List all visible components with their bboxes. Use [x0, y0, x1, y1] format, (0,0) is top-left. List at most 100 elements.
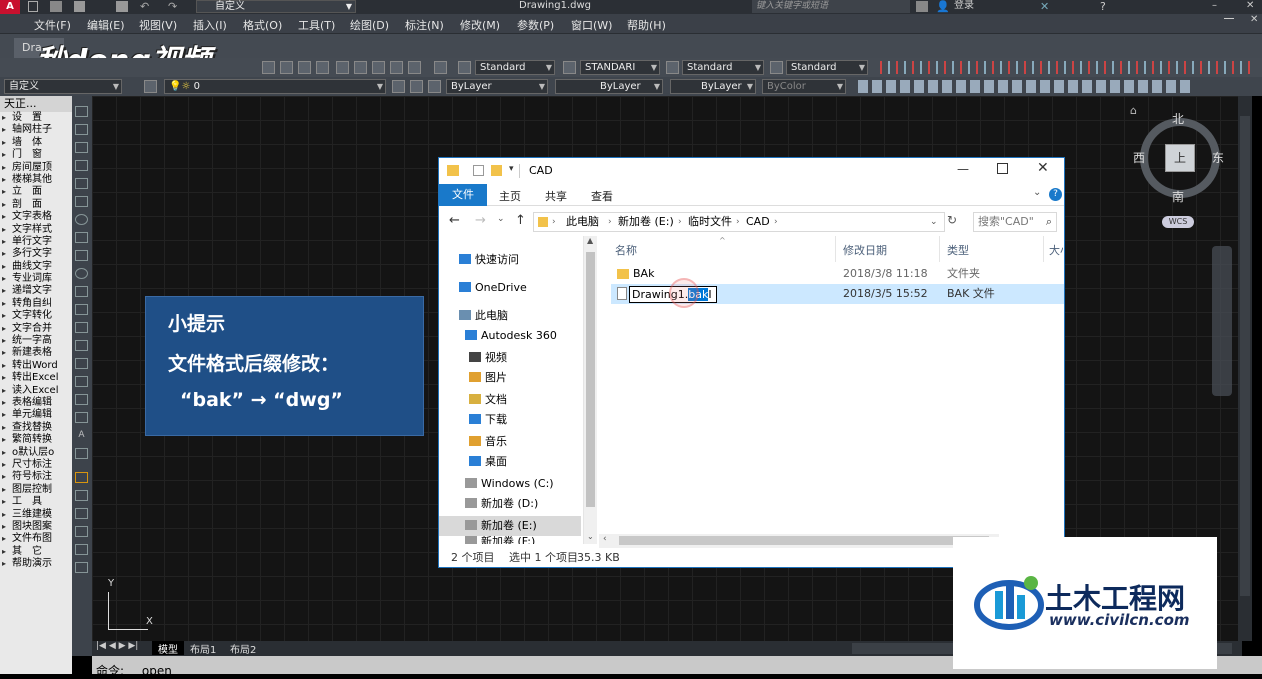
menu-draw[interactable]: 绘图(D)	[350, 17, 389, 33]
polygon-icon[interactable]	[75, 160, 88, 171]
panel-item[interactable]: 转角自纠	[0, 298, 72, 310]
panel-item[interactable]: 帮助演示	[0, 558, 72, 570]
panel-item[interactable]: 文件布图	[0, 533, 72, 545]
nav-item[interactable]: 此电脑	[459, 306, 508, 326]
ribbon-tab-home[interactable]: 主页	[499, 188, 521, 204]
panel-item[interactable]: 其 它	[0, 546, 72, 558]
text-style-icon[interactable]	[458, 61, 471, 74]
print-icon[interactable]	[116, 1, 128, 12]
address-bar[interactable]: › 此电脑 › 新加卷 (E:) › 临时文件 › CAD › ⌄	[533, 212, 945, 232]
panel-item[interactable]: 统一字高	[0, 335, 72, 347]
nav-item[interactable]: 快速访问	[459, 250, 519, 270]
menu-help[interactable]: 帮助(H)	[627, 17, 666, 33]
panel-item[interactable]: 设 置	[0, 112, 72, 124]
hatch-icon[interactable]	[75, 358, 88, 369]
offset-icon[interactable]	[75, 544, 88, 555]
properties-icon[interactable]	[336, 61, 349, 74]
panel-item[interactable]: o默认层o	[0, 447, 72, 459]
quick-access-dropdown-icon[interactable]: ▾	[509, 164, 514, 174]
login-button[interactable]: 登录	[954, 0, 974, 12]
panel-item[interactable]: 剖 面	[0, 199, 72, 211]
multileader-style-icon[interactable]	[770, 61, 783, 74]
copy-icon[interactable]	[75, 508, 88, 519]
pan-icon[interactable]	[262, 61, 275, 74]
panel-item[interactable]: 专业词库	[0, 273, 72, 285]
wcs-menu[interactable]: WCS	[1162, 216, 1194, 228]
circle-icon[interactable]	[75, 214, 88, 225]
zoom-window-icon[interactable]	[298, 61, 311, 74]
dim-style-icon[interactable]	[563, 61, 576, 74]
nav-item[interactable]: 图片	[469, 368, 507, 388]
multileader-style-dropdown[interactable]: Standard ▼	[786, 60, 868, 75]
properties-quick-icon[interactable]	[473, 165, 484, 176]
zoom-previous-icon[interactable]	[316, 61, 329, 74]
file-list-horizontal-scrollbar[interactable]: ‹	[599, 534, 999, 548]
explorer-search-input[interactable]: 搜索"CAD" ⌕	[973, 212, 1057, 232]
explorer-maximize-icon[interactable]	[997, 163, 1008, 174]
plotstyle-dropdown[interactable]: ByColor ▼	[762, 79, 846, 94]
autocad-logo-icon[interactable]: A	[0, 0, 20, 14]
table-style-icon[interactable]	[666, 61, 679, 74]
viewcube-north[interactable]: 北	[1172, 110, 1184, 127]
close-icon[interactable]: ✕	[1246, 0, 1254, 11]
column-size[interactable]: 大小	[1049, 242, 1063, 258]
panel-item[interactable]: 多行文字	[0, 248, 72, 260]
dim-style-dropdown[interactable]: STANDARI ▼	[580, 60, 660, 75]
up-icon[interactable]: ↑	[515, 213, 526, 228]
lineweight-dropdown[interactable]: ByLayer ▼	[670, 79, 756, 94]
nav-item[interactable]: 文档	[469, 390, 507, 410]
doc-close-icon[interactable]: ✕	[1250, 14, 1258, 25]
spline-icon[interactable]	[75, 250, 88, 261]
menu-format[interactable]: 格式(O)	[243, 17, 282, 33]
doc-minimize-icon[interactable]	[1224, 18, 1234, 19]
column-date[interactable]: 修改日期	[843, 242, 887, 258]
binoculars-icon[interactable]	[916, 1, 928, 12]
panel-item[interactable]: 单行文字	[0, 236, 72, 248]
nav-item[interactable]: 新加卷 (D:)	[465, 494, 538, 514]
navigation-bar[interactable]	[1212, 246, 1232, 396]
menu-window[interactable]: 窗口(W)	[571, 17, 612, 33]
layer-state-icon[interactable]	[428, 80, 441, 93]
panel-item[interactable]: 楼梯其他	[0, 174, 72, 186]
tab-layout1[interactable]: 布局1	[190, 641, 216, 656]
help-toolbar-icon[interactable]	[434, 61, 447, 74]
menu-tools[interactable]: 工具(T)	[298, 17, 335, 33]
table-style-dropdown[interactable]: Standard ▼	[682, 60, 764, 75]
panel-item[interactable]: 转出Excel	[0, 372, 72, 384]
arc-icon[interactable]	[75, 196, 88, 207]
nav-pane-scrollbar[interactable]: ▲ ⌄	[583, 236, 597, 544]
minimize-icon[interactable]: –	[1212, 0, 1217, 11]
panel-item[interactable]: 尺寸标注	[0, 459, 72, 471]
panel-item[interactable]: 工 具	[0, 496, 72, 508]
tab-model[interactable]: 模型	[152, 641, 184, 656]
menu-insert[interactable]: 插入(I)	[193, 17, 227, 33]
move-icon[interactable]	[75, 490, 88, 501]
nav-item[interactable]: 下载	[469, 410, 507, 430]
panel-item[interactable]: 递增文字	[0, 285, 72, 297]
panel-item[interactable]: 表格编辑	[0, 397, 72, 409]
panel-item[interactable]: 新建表格	[0, 347, 72, 359]
panel-item[interactable]: 文字表格	[0, 211, 72, 223]
ribbon-expand-icon[interactable]: ⌄	[1033, 187, 1041, 198]
multiline-text-icon[interactable]: A	[75, 430, 88, 441]
save-icon[interactable]	[74, 1, 85, 12]
forward-icon[interactable]: →	[475, 213, 486, 228]
array-icon[interactable]	[75, 562, 88, 573]
region-icon[interactable]	[75, 394, 88, 405]
workspace-dropdown[interactable]: 自定义 ▼	[196, 0, 356, 13]
table-icon[interactable]	[75, 412, 88, 423]
canvas-vertical-scrollbar[interactable]	[1238, 96, 1252, 641]
point-icon[interactable]	[75, 340, 88, 351]
nav-item[interactable]: OneDrive	[459, 278, 527, 298]
nav-item[interactable]: 桌面	[469, 452, 507, 472]
ribbon-tab-view[interactable]: 查看	[591, 188, 613, 204]
exchange-icon[interactable]: ✕	[1040, 0, 1049, 13]
layer-dropdown[interactable]: 💡☼ 0 ▼	[164, 79, 386, 94]
layer-manager-icon[interactable]	[144, 80, 157, 93]
panel-item[interactable]: 查找替换	[0, 422, 72, 434]
new-folder-quick-icon[interactable]	[491, 165, 502, 176]
ribbon-tab-file[interactable]: 文件	[439, 184, 487, 206]
menu-dimension[interactable]: 标注(N)	[405, 17, 444, 33]
line-icon[interactable]	[75, 106, 88, 117]
modify-toolbar[interactable]	[858, 80, 1194, 93]
